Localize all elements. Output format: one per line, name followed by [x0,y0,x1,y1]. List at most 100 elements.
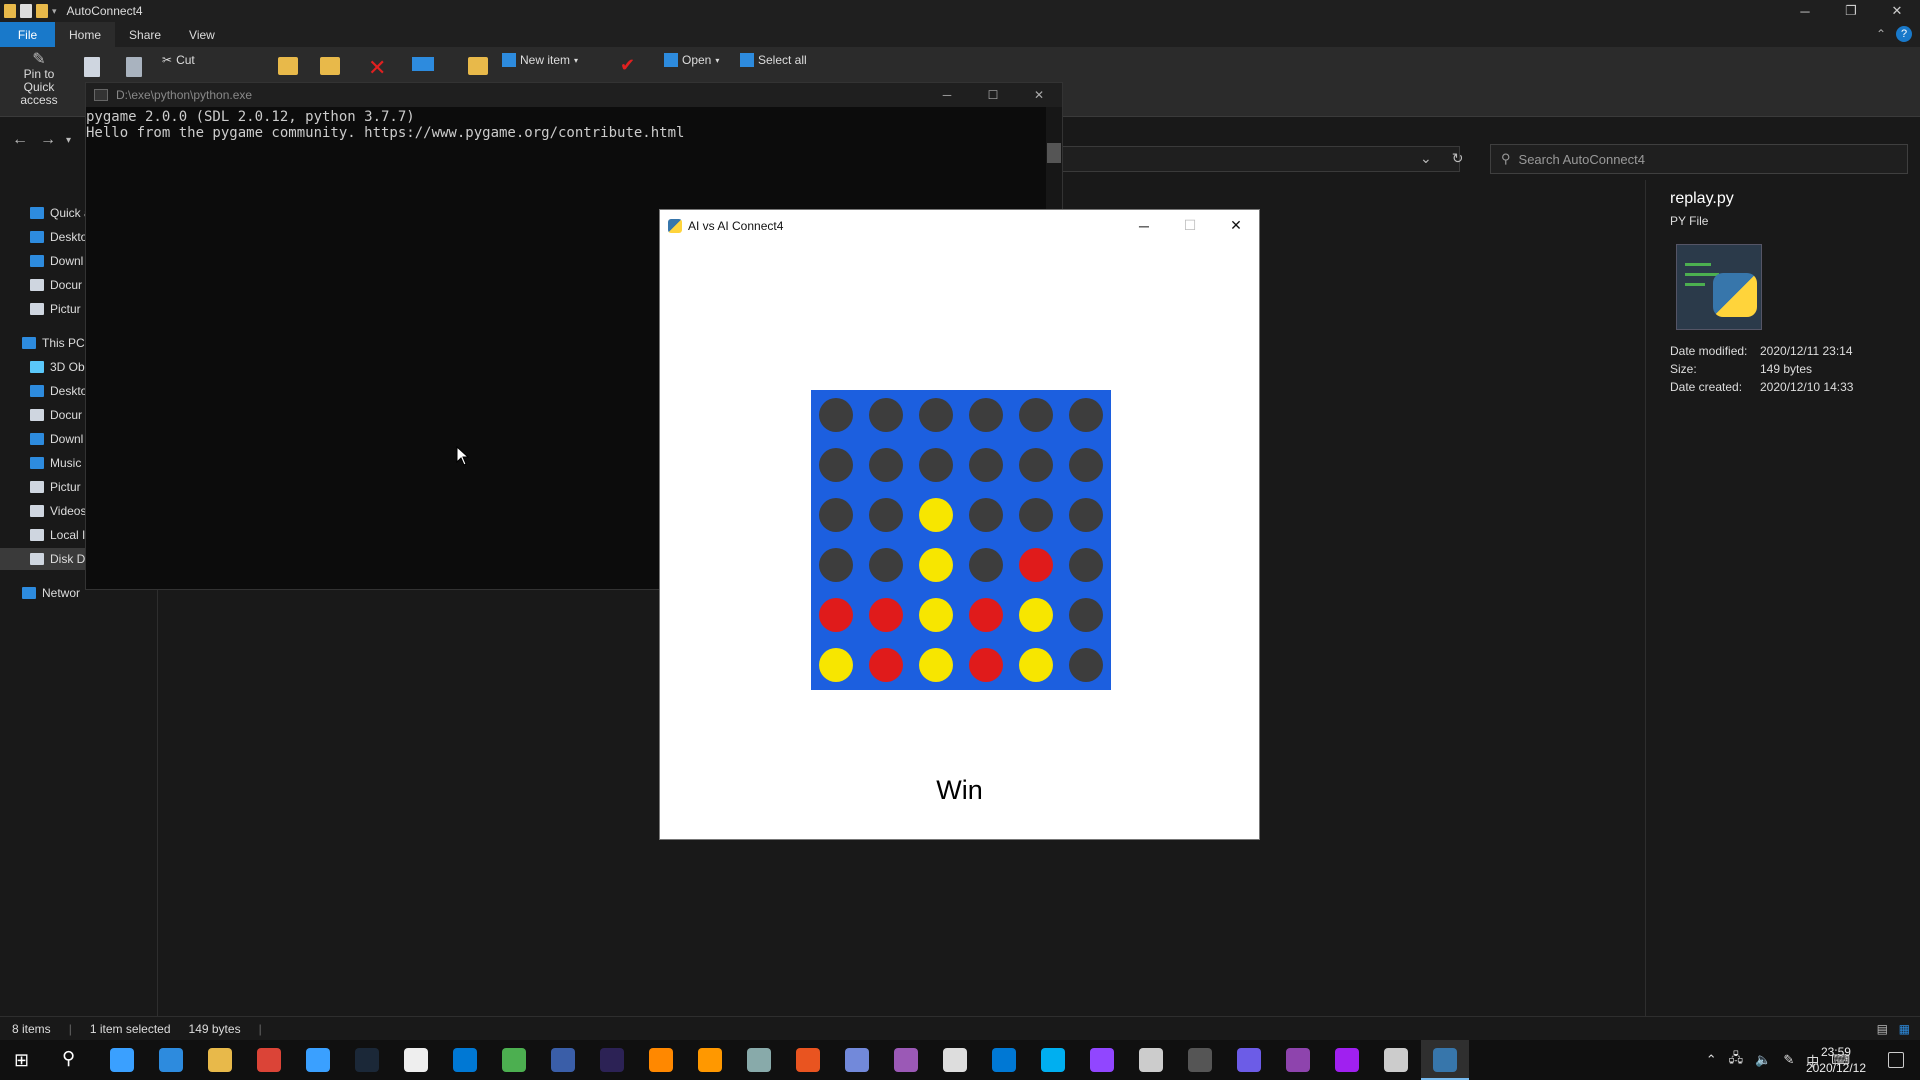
nav-item[interactable]: Downl [0,428,86,450]
ribbon-tabs: File Home Share View ⌃ ? [0,22,1920,47]
python-icon[interactable] [1433,1048,1457,1072]
store-icon[interactable] [992,1048,1016,1072]
nav-item[interactable]: Docur [0,404,86,426]
console-minimize-button[interactable]: ─ [924,83,970,107]
properties-icon[interactable] [20,4,32,18]
nav-item-label: Docur [50,408,83,422]
close-button[interactable]: ✕ [1874,0,1920,22]
explorer-window-icon[interactable] [1384,1048,1408,1072]
nav-item[interactable]: This PC [0,332,86,354]
back-arrow-icon[interactable]: ← [12,131,28,149]
console-maximize-button[interactable]: ☐ [970,83,1016,107]
podcast-icon[interactable] [1335,1048,1359,1072]
new-folder-button[interactable] [468,57,488,75]
nav-item[interactable]: Videos [0,500,86,522]
steam-icon[interactable] [355,1048,379,1072]
floppy-icon[interactable] [551,1048,575,1072]
open-button[interactable]: Open ▾ [664,53,719,67]
chrome-icon[interactable] [257,1048,281,1072]
move-to-button[interactable] [278,57,298,75]
nav-item[interactable]: Quick a [0,202,86,224]
forward-arrow-icon[interactable]: → [40,131,56,149]
remote-desktop-icon[interactable] [943,1048,967,1072]
nav-item[interactable]: Deskto [0,380,86,402]
minimize-button[interactable]: ─ [1782,0,1828,22]
nav-item[interactable]: Music [0,452,86,474]
discord-icon[interactable] [845,1048,869,1072]
volume-icon[interactable]: 🔈 [1755,1052,1771,1068]
tab-view[interactable]: View [175,22,229,47]
tool-icon[interactable] [747,1048,771,1072]
ubuntu-icon[interactable] [796,1048,820,1072]
nav-item[interactable]: Local I [0,524,86,546]
wolf-icon[interactable] [404,1048,428,1072]
copy-button[interactable] [84,57,100,77]
tab-file[interactable]: File [0,22,55,47]
film-icon[interactable] [1139,1048,1163,1072]
empty-slot [819,548,853,582]
chevron-down-icon[interactable]: ▾ [52,6,57,17]
vlc-icon[interactable] [649,1048,673,1072]
restore-button[interactable]: ❐ [1828,0,1874,22]
console-scroll-thumb[interactable] [1047,143,1061,163]
nav-item[interactable]: Downl [0,250,86,272]
eclipse-icon[interactable] [600,1048,624,1072]
copy-to-button[interactable] [320,57,340,75]
nav-item[interactable]: Docur [0,274,86,296]
address-dropdown-icon[interactable]: ⌄ [1420,150,1432,167]
nav-item-label: Disk D [50,552,86,566]
new-item-button[interactable]: New item ▾ [502,53,578,67]
game-minimize-button[interactable]: ─ [1121,210,1167,241]
show-hidden-icons-icon[interactable]: ⌃ [1706,1052,1717,1068]
large-icons-view-icon[interactable]: ▦ [1899,1022,1910,1036]
properties-button[interactable]: ✔ [620,55,635,76]
notepad-icon[interactable] [502,1048,526,1072]
cut-button[interactable]: ✂ Cut [162,53,195,67]
nav-item[interactable]: Deskto [0,226,86,248]
select-all-button[interactable]: Select all [740,53,807,67]
tab-home[interactable]: Home [55,22,116,47]
red-disc [969,648,1003,682]
network-icon[interactable]: 🖧 [1729,1049,1744,1071]
twitch-icon[interactable] [1090,1048,1114,1072]
nav-item[interactable]: Disk D [0,548,86,570]
nav-item[interactable]: Networ [0,582,86,604]
refresh-icon[interactable]: ↻ [1452,150,1464,167]
address-bar[interactable] [1060,146,1460,172]
start-icon[interactable]: ⊞ [14,1050,29,1071]
xampp-icon[interactable] [306,1048,330,1072]
fox-icon[interactable] [1286,1048,1310,1072]
help-icon[interactable]: ? [1896,26,1912,42]
paste-button[interactable] [126,57,142,77]
skype-icon[interactable] [1041,1048,1065,1072]
game-close-button[interactable]: ✕ [1213,210,1259,241]
action-center-icon[interactable] [1888,1052,1904,1068]
nav-item[interactable]: Pictur [0,476,86,498]
nav-item[interactable]: 3D Ob [0,356,86,378]
sublime-icon[interactable] [698,1048,722,1072]
connect4-window[interactable]: AI vs AI Connect4 ─ ☐ ✕ Win [659,209,1260,840]
orb-icon[interactable] [1237,1048,1261,1072]
nav-item-label: Downl [50,432,84,446]
vscode-icon[interactable] [453,1048,477,1072]
task-view-icon[interactable] [110,1048,134,1072]
file-explorer-icon[interactable] [208,1048,232,1072]
search-input[interactable]: ⚲ Search AutoConnect4 [1490,144,1908,174]
collapse-ribbon-icon[interactable]: ⌃ [1876,27,1886,41]
clock[interactable]: 23:59 2020/12/12 [1806,1044,1866,1076]
pen-icon[interactable]: ✎ [1783,1052,1794,1068]
nav-item-label: Music [50,456,82,470]
rename-button[interactable] [412,57,434,71]
pin-quick-access-button[interactable]: ✎ Pin to Quick access [8,52,70,107]
tab-share[interactable]: Share [115,22,175,47]
cursor-app-icon[interactable] [1188,1048,1212,1072]
console-close-button[interactable]: ✕ [1016,83,1062,107]
delete-button[interactable]: ✕ [368,55,386,81]
recent-locations-icon[interactable]: ▾ [66,135,71,146]
new-folder-icon[interactable] [36,4,48,18]
nav-item[interactable]: Pictur [0,298,86,320]
media-icon[interactable] [894,1048,918,1072]
calculator-icon[interactable] [159,1048,183,1072]
details-view-icon[interactable]: ▤ [1877,1022,1888,1036]
search-icon[interactable]: ⚲ [62,1048,75,1069]
